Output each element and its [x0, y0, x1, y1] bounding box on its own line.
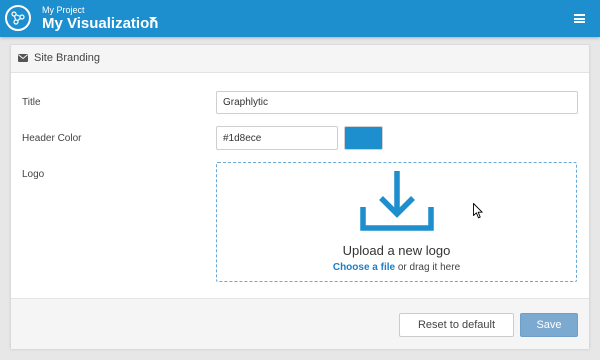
logo-label: Logo — [22, 169, 45, 180]
panel-header: Site Branding — [11, 45, 589, 73]
header-color-swatch[interactable] — [344, 126, 383, 150]
site-branding-panel: Site Branding Title Header Color Logo Up… — [10, 44, 590, 349]
header-color-label: Header Color — [22, 133, 82, 144]
project-name: My Project — [42, 5, 85, 15]
chevron-down-icon[interactable] — [149, 17, 157, 21]
visualization-title[interactable]: My Visualization — [42, 15, 158, 33]
panel-footer: Reset to default Save — [11, 298, 589, 349]
graph-nodes-icon — [11, 11, 25, 25]
header-color-input[interactable] — [216, 126, 338, 150]
envelope-icon — [18, 54, 28, 62]
hamburger-menu-icon[interactable] — [574, 14, 585, 23]
save-button[interactable]: Save — [520, 313, 578, 337]
upload-title: Upload a new logo — [342, 243, 451, 258]
graph-logo-icon[interactable] — [5, 5, 31, 31]
title-input[interactable] — [216, 91, 578, 114]
title-label: Title — [22, 97, 41, 108]
logo-dropzone[interactable]: Upload a new logo Choose a file or drag … — [216, 162, 577, 282]
choose-file-link[interactable]: Choose a file — [333, 262, 395, 273]
upload-subtext: Choose a file or drag it here — [217, 262, 576, 273]
drag-hint: or drag it here — [395, 262, 461, 273]
reset-default-button[interactable]: Reset to default — [399, 313, 514, 337]
panel-title: Site Branding — [34, 52, 101, 64]
download-icon — [360, 171, 434, 231]
mouse-cursor-icon — [473, 203, 483, 219]
top-navbar: My Project My Visualization — [0, 0, 600, 37]
